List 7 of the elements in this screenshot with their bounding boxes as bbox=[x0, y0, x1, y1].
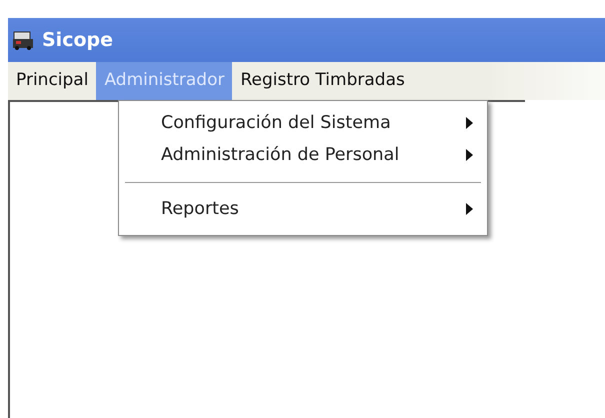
dropdown-item[interactable]: Configuración del Sistema bbox=[119, 107, 487, 140]
menu-item[interactable]: Registro Timbradas bbox=[232, 62, 413, 100]
window-title: Sicope bbox=[42, 28, 113, 53]
menu-item[interactable]: Principal bbox=[8, 62, 96, 100]
app-icon bbox=[12, 30, 34, 50]
dropdown-item[interactable]: Reportes bbox=[119, 192, 487, 225]
dropdown-item[interactable]: Administración de Personal bbox=[119, 139, 487, 172]
